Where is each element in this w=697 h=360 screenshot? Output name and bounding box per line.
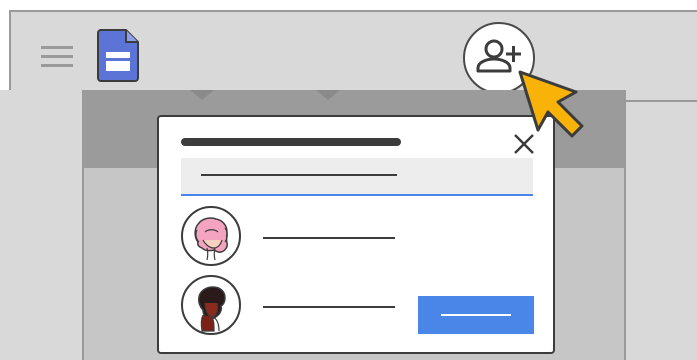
person-name-line [263,237,395,239]
avatar-dark-hair [181,275,241,335]
send-button[interactable] [418,296,534,334]
ruler-marker-right [316,90,340,100]
person-row[interactable] [181,206,541,268]
app-toolbar [11,12,697,102]
hamburger-menu-icon[interactable] [41,44,75,70]
share-dialog [157,115,555,354]
pointer-cursor-icon [514,66,588,142]
input-placeholder-line [201,174,397,176]
illustration-stage [0,0,697,360]
document-icon[interactable] [96,28,140,82]
avatar-pink-hair [181,206,241,266]
ruler-marker-left [190,90,214,100]
workspace-margin [0,90,82,360]
person-name-line [263,306,395,308]
dialog-title [181,138,401,146]
add-people-input[interactable] [181,158,533,196]
send-button-label-line [441,314,511,316]
